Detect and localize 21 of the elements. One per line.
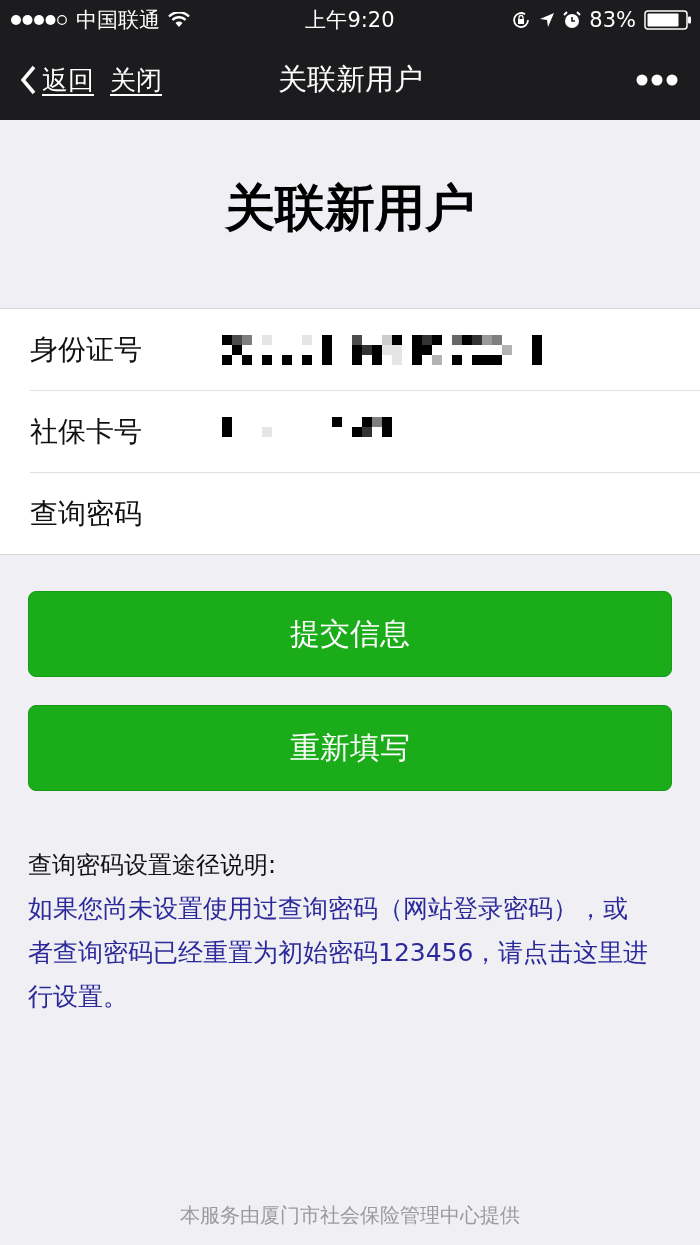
- field-label: 查询密码: [30, 495, 143, 532]
- field-label: 身份证号: [30, 331, 143, 368]
- battery-icon: [644, 10, 692, 30]
- close-link[interactable]: 关闭: [110, 62, 162, 98]
- clock-time: 上午9:20: [305, 7, 395, 34]
- form-heading: 关联新用户: [225, 177, 475, 239]
- back-link[interactable]: 返回: [20, 62, 94, 98]
- wifi-icon: [168, 12, 190, 28]
- battery-percentage: 83%: [589, 8, 636, 32]
- setup-instructions-link[interactable]: 如果您尚未设置使用过查询密码（网站登录密码），或者查询密码已经重置为初始密码123456，请点击这里进行设置。: [28, 887, 650, 1019]
- carrier-name: 中国联通: [76, 7, 160, 34]
- footer-text: 本服务由厦门市社会保险管理中心提供: [179, 1202, 521, 1229]
- signal-icon: [10, 14, 68, 26]
- back-chevron-icon: [20, 65, 36, 95]
- page-title: 关联新用户: [277, 61, 423, 98]
- location-arrow-icon: [539, 12, 556, 28]
- field-label: 社保卡号: [30, 413, 143, 450]
- help-heading: 查询密码设置途径说明:: [28, 850, 278, 881]
- rotation-lock-icon: [511, 10, 532, 30]
- more-menu-icon[interactable]: [636, 73, 678, 86]
- alarm-clock-icon: [563, 11, 582, 29]
